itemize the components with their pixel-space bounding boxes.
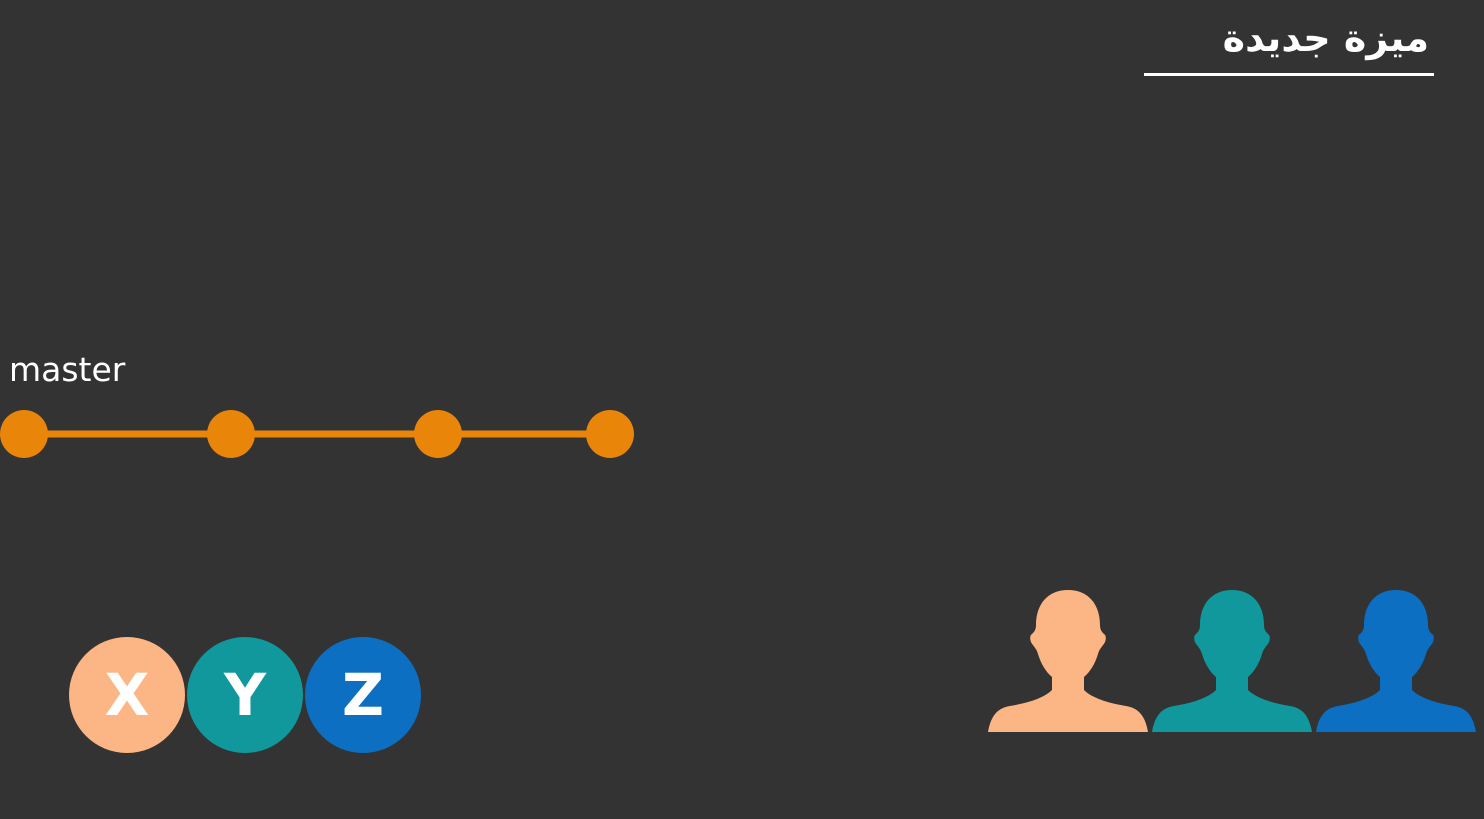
person-silhouette-icon	[988, 590, 1148, 732]
people-group	[988, 590, 1476, 732]
person-silhouette-icon	[1316, 590, 1476, 732]
person-silhouette-icon	[1152, 590, 1312, 732]
